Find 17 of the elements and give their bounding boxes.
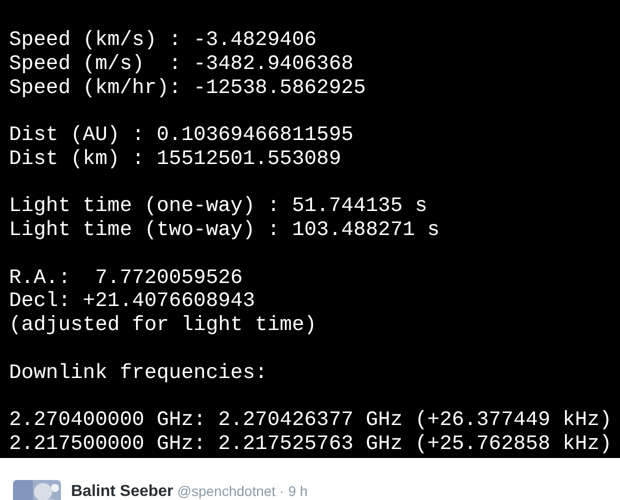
user-name[interactable]: Balint Seeber bbox=[71, 480, 174, 500]
terminal-line: Speed (km/hr): -12538.5862925 bbox=[9, 76, 366, 100]
terminal-line: Downlink frequencies: bbox=[9, 362, 268, 386]
terminal-line: (adjusted for light time) bbox=[9, 314, 317, 338]
terminal-line: Light time (one-way) : 51.744135 s bbox=[9, 195, 428, 219]
terminal-line: Light time (two-way) : 103.488271 s bbox=[9, 219, 440, 243]
terminal-line: Dist (km) : 15512501.553089 bbox=[9, 148, 342, 172]
terminal-line: 2.217500000 GHz: 2.217525763 GHz (+25.762858 kHz) bbox=[9, 432, 612, 456]
terminal-line: Dist (AU) : 0.10369466811595 bbox=[9, 124, 354, 148]
separator-dot: · bbox=[280, 482, 284, 500]
terminal-line: Speed (m/s) : -3482.9406368 bbox=[9, 52, 354, 76]
terminal-line: R.A.: 7.7720059526 bbox=[9, 266, 243, 290]
tweet-time[interactable]: 9 h bbox=[288, 481, 308, 500]
user-handle[interactable]: @spenchdotnet bbox=[177, 481, 276, 500]
terminal-line: 2.270400000 GHz: 2.270426377 GHz (+26.377449 kHz) bbox=[9, 409, 612, 433]
terminal-line: Decl: +21.4076608943 bbox=[9, 290, 256, 314]
terminal-line: Speed (km/s) : -3.4829406 bbox=[9, 29, 317, 53]
